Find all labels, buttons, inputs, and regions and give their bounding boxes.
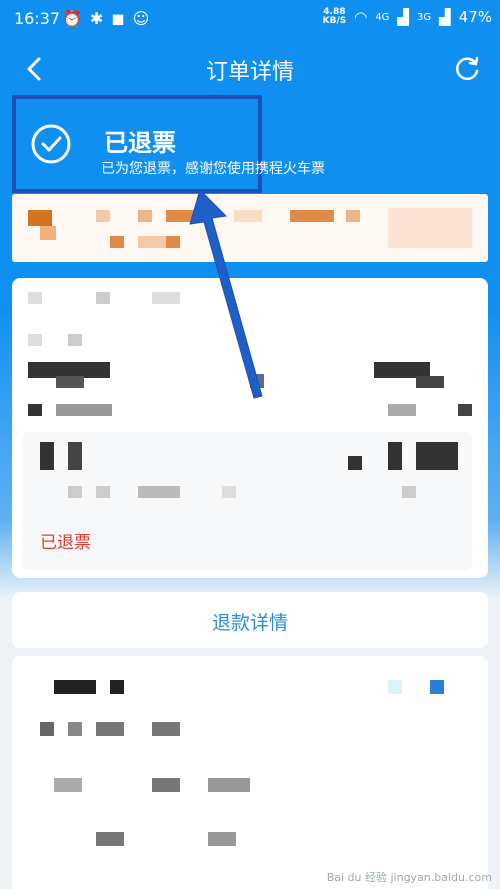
annotation-arrow-icon bbox=[189, 189, 263, 399]
watermark-text: Bai du 经验 jingyan.baidu.com bbox=[326, 871, 492, 884]
